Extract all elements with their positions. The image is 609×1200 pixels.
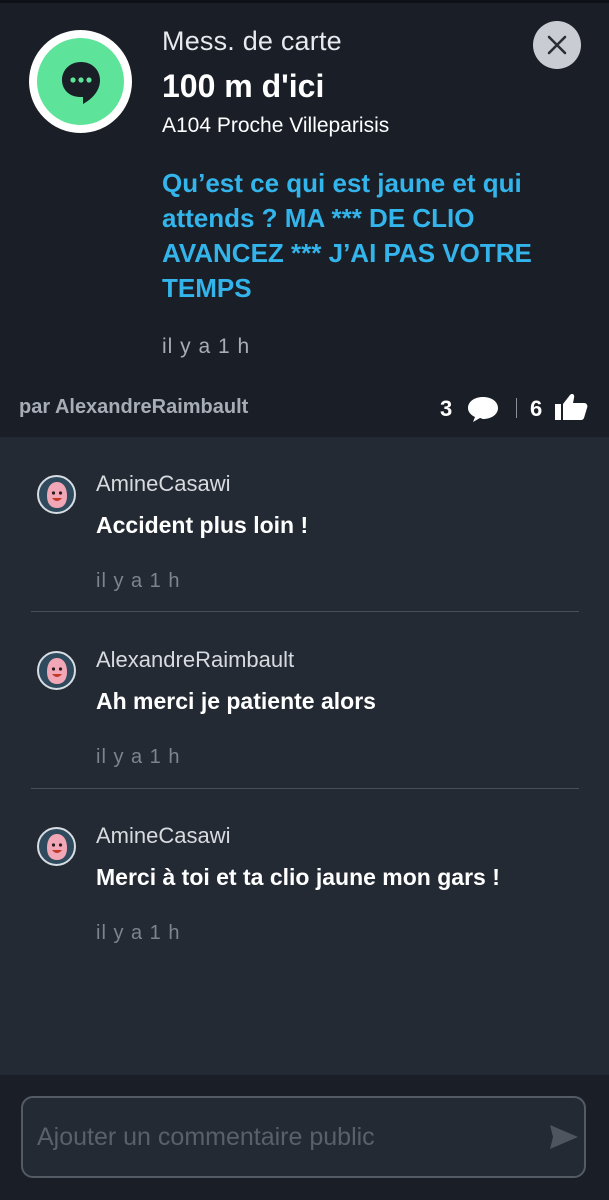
thumbs-up-icon[interactable] (553, 392, 589, 422)
user-mood-icon (47, 658, 67, 684)
distance-label: 100 m d'ici (162, 68, 325, 104)
comment-text: Ah merci je patiente alors (96, 688, 376, 714)
comment-icon (468, 397, 498, 422)
message-avatar (29, 30, 132, 133)
comment-username[interactable]: AmineCasawi (96, 823, 231, 849)
avatar[interactable] (37, 651, 76, 690)
map-message-header: Mess. de carte 100 m d'ici A104 Proche V… (0, 0, 609, 437)
comment-timestamp: il y a 1 h (96, 570, 181, 592)
message-timestamp: il y a 1 h (162, 335, 251, 358)
avatar[interactable] (37, 827, 76, 866)
comment-composer (0, 1075, 609, 1200)
close-icon (547, 35, 567, 55)
comment-item: AlexandreRaimbault Ah merci je patiente … (0, 612, 609, 788)
status-bar-strip (0, 0, 609, 3)
comment-input-box[interactable] (21, 1096, 586, 1178)
author-label: par AlexandreRaimbault (19, 396, 249, 418)
chat-bubble-icon (37, 38, 124, 125)
message-text: Qu’est ce qui est jaune et qui attends ?… (162, 168, 532, 303)
stats-divider (516, 398, 517, 418)
comment-timestamp: il y a 1 h (96, 922, 181, 944)
message-type-title: Mess. de carte (162, 26, 342, 56)
comment-input[interactable] (35, 1116, 529, 1158)
user-mood-icon (47, 834, 67, 860)
comments-count: 3 (440, 396, 453, 421)
user-mood-icon (47, 482, 67, 508)
comment-username[interactable]: AlexandreRaimbault (96, 647, 294, 673)
send-icon[interactable] (547, 1122, 581, 1152)
location-label: A104 Proche Villeparisis (162, 114, 390, 137)
likes-count: 6 (530, 396, 543, 421)
comment-text: Merci à toi et ta clio jaune mon gars ! (96, 864, 500, 890)
comment-text: Accident plus loin ! (96, 512, 309, 538)
comment-item: AmineCasawi Accident plus loin ! il y a … (0, 437, 609, 612)
avatar[interactable] (37, 475, 76, 514)
comment-username[interactable]: AmineCasawi (96, 471, 231, 497)
close-button[interactable] (533, 21, 581, 69)
comment-item: AmineCasawi Merci à toi et ta clio jaune… (0, 789, 609, 965)
comment-timestamp: il y a 1 h (96, 746, 181, 768)
